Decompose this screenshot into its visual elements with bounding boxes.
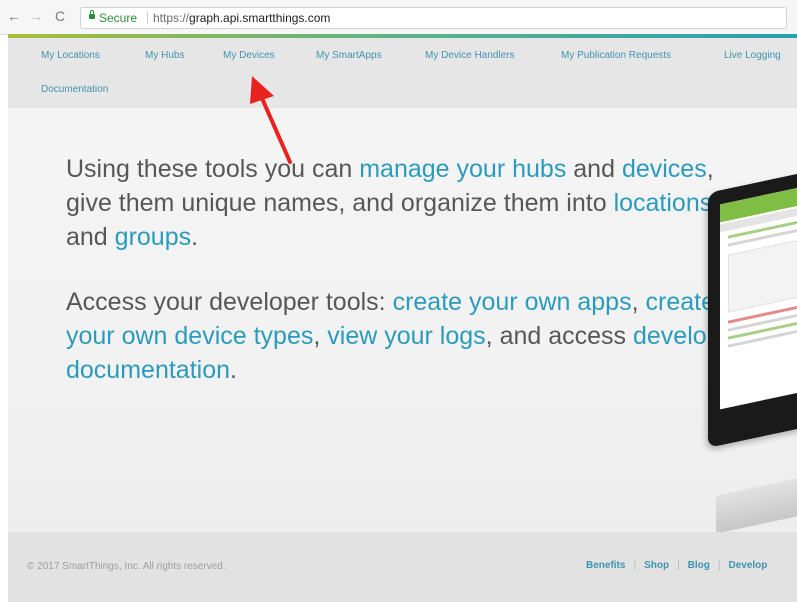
hero-text: . bbox=[191, 223, 199, 251]
forward-icon[interactable]: → bbox=[29, 8, 43, 24]
nav-my-hubs[interactable]: My Hubs bbox=[145, 50, 184, 61]
hero-text: . bbox=[230, 356, 237, 384]
hero-text: and bbox=[66, 223, 115, 251]
nav-my-locations[interactable]: My Locations bbox=[41, 50, 100, 61]
hero-section: Using these tools you can manage your hu… bbox=[8, 108, 797, 532]
nav-my-devices[interactable]: My Devices bbox=[223, 50, 275, 61]
link-manage-your-hubs[interactable]: manage your hubs bbox=[359, 155, 566, 183]
footer-links: Benefits | Shop | Blog | Develop bbox=[586, 560, 767, 571]
hero-text: , bbox=[313, 322, 328, 350]
link-groups[interactable]: groups bbox=[115, 223, 191, 251]
screen-code-block-graphic bbox=[728, 232, 797, 313]
footer-divider: | bbox=[677, 560, 680, 571]
url-protocol: https:// bbox=[153, 11, 190, 25]
url-text: https://graph.api.smartthings.com bbox=[153, 8, 330, 28]
hero-text: Access your developer tools: bbox=[66, 288, 393, 316]
link-view-your-logs[interactable]: view your logs bbox=[327, 322, 485, 350]
monitor-screen-illustration bbox=[720, 178, 797, 410]
link-create-your-own-apps[interactable]: create your own apps bbox=[393, 288, 632, 316]
nav-my-publication-requests[interactable]: My Publication Requests bbox=[561, 50, 671, 61]
page-footer: © 2017 SmartThings, Inc. All rights rese… bbox=[8, 532, 797, 602]
nav-my-device-handlers[interactable]: My Device Handlers bbox=[425, 50, 514, 61]
hero-text: Using these tools you can bbox=[66, 155, 360, 183]
monitor-stand-illustration bbox=[716, 476, 797, 532]
hero-text: , and access bbox=[485, 322, 633, 350]
link-devices[interactable]: devices bbox=[622, 155, 707, 183]
footer-link-develop[interactable]: Develop bbox=[729, 560, 768, 571]
address-bar[interactable]: Secure https://graph.api.smartthings.com bbox=[80, 7, 787, 29]
footer-link-blog[interactable]: Blog bbox=[688, 560, 710, 571]
address-divider bbox=[147, 12, 148, 24]
reload-icon[interactable]: C bbox=[55, 8, 65, 24]
hero-text: , bbox=[631, 288, 646, 316]
url-host: graph.api.smartthings.com bbox=[189, 11, 331, 25]
nav-my-smartapps[interactable]: My SmartApps bbox=[316, 50, 382, 61]
copyright-text: © 2017 SmartThings, Inc. All rights rese… bbox=[27, 561, 226, 572]
nav-live-logging[interactable]: Live Logging bbox=[724, 50, 781, 61]
footer-divider: | bbox=[717, 560, 721, 571]
top-nav: My Locations My Hubs My Devices My Smart… bbox=[8, 38, 797, 108]
footer-link-benefits[interactable]: Benefits bbox=[586, 560, 625, 571]
annotation-arrow-icon bbox=[250, 76, 292, 164]
footer-divider: | bbox=[633, 560, 637, 571]
monitor-illustration bbox=[708, 163, 797, 448]
hero-paragraph-developer-tools: Access your developer tools: create your… bbox=[66, 285, 746, 387]
secure-label: Secure bbox=[99, 11, 138, 25]
browser-toolbar: ← → C Secure https://graph.api.smartthin… bbox=[0, 0, 797, 35]
lock-icon bbox=[89, 10, 95, 19]
back-icon[interactable]: ← bbox=[7, 8, 21, 24]
nav-documentation[interactable]: Documentation bbox=[41, 84, 108, 95]
link-locations[interactable]: locations bbox=[614, 189, 713, 217]
footer-link-shop[interactable]: Shop bbox=[644, 560, 669, 571]
hero-text: and bbox=[566, 155, 622, 183]
hero-paragraph-manage: Using these tools you can manage your hu… bbox=[66, 152, 746, 254]
